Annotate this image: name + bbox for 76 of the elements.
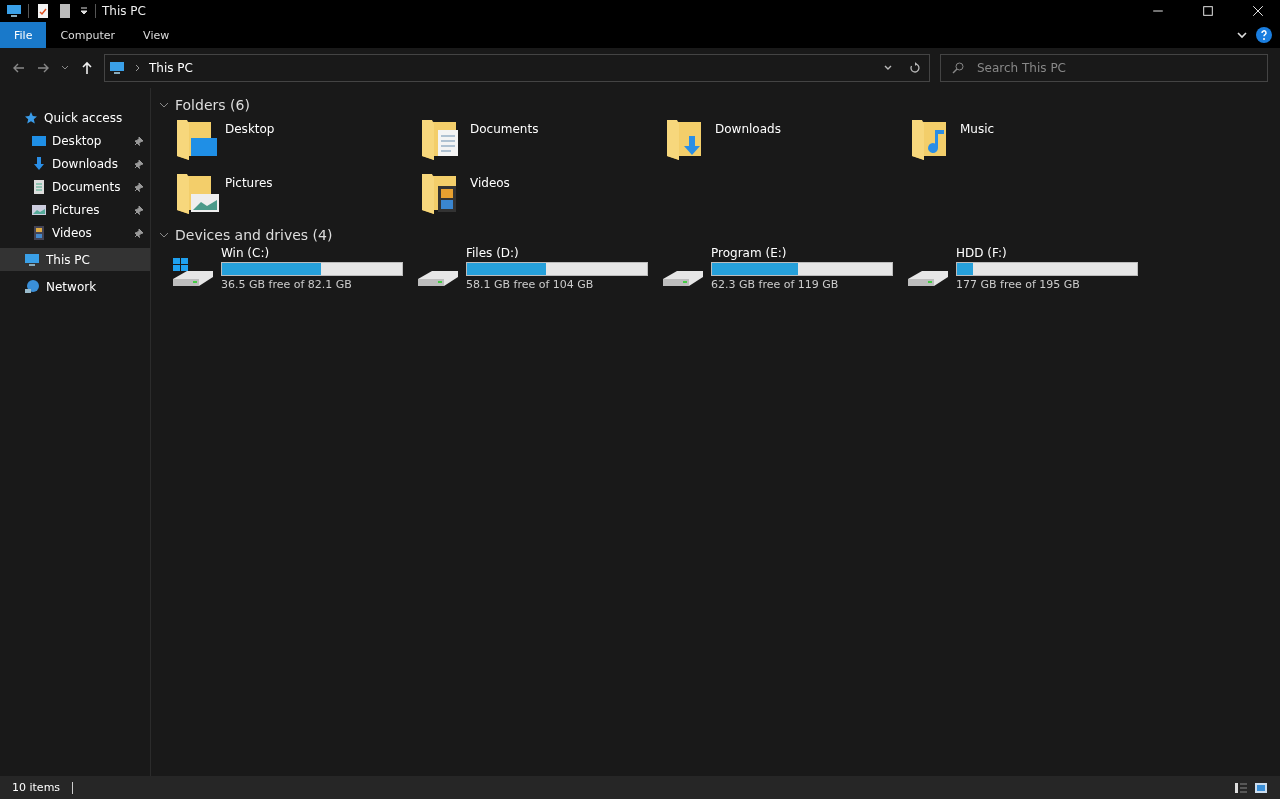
- pin-icon[interactable]: [134, 135, 144, 146]
- collapse-chevron-icon[interactable]: [159, 100, 169, 110]
- drive-name: Win (C:): [221, 246, 271, 260]
- nav-item[interactable]: Pictures: [0, 198, 150, 221]
- forward-arrow-icon[interactable]: [36, 61, 50, 75]
- monitor-icon: [32, 133, 46, 148]
- help-icon[interactable]: [1256, 27, 1272, 43]
- drive-free-space: 58.1 GB free of 104 GB: [466, 278, 595, 291]
- window-title: This PC: [102, 4, 146, 18]
- drive-name: HDD (F:): [956, 246, 1008, 260]
- nav-item[interactable]: Downloads: [0, 152, 150, 175]
- folder-name: Music: [960, 121, 995, 136]
- drive-free-space: 36.5 GB free of 82.1 GB: [221, 278, 353, 291]
- item-tile[interactable]: Desktop: [173, 116, 418, 170]
- star-icon: [24, 110, 38, 125]
- up-arrow-icon[interactable]: [80, 61, 94, 75]
- ribbon-tab[interactable]: Computer: [46, 22, 130, 48]
- address-bar[interactable]: This PC: [104, 54, 930, 82]
- item-count: 10 items: [12, 781, 61, 794]
- section-header[interactable]: Folders (6): [175, 97, 250, 113]
- item-tile[interactable]: Files (D:) 58.1 GB free of 104 GB: [418, 246, 663, 300]
- nav-item[interactable]: Quick access: [0, 106, 150, 129]
- item-tile[interactable]: Pictures: [173, 170, 418, 224]
- nav-item[interactable]: Videos: [0, 221, 150, 244]
- nav-item[interactable]: Network: [0, 275, 150, 298]
- section-header[interactable]: Devices and drives (4): [175, 227, 333, 243]
- dropdown-icon[interactable]: [79, 6, 89, 16]
- picture-icon: [32, 202, 46, 217]
- drive-free-space: 62.3 GB free of 119 GB: [711, 278, 840, 291]
- item-tile[interactable]: HDD (F:) 177 GB free of 195 GB: [908, 246, 1153, 300]
- pin-icon[interactable]: [134, 204, 144, 215]
- document-icon: [32, 179, 46, 194]
- item-tile[interactable]: Downloads: [663, 116, 908, 170]
- monitor-icon: [24, 251, 40, 268]
- ribbon-tab[interactable]: View: [129, 22, 184, 48]
- details-view-icon[interactable]: [1234, 780, 1248, 795]
- nav-item[interactable]: This PC: [0, 248, 150, 271]
- item-tile[interactable]: Videos: [418, 170, 663, 224]
- folder-name: Documents: [470, 121, 539, 136]
- ribbon-tab[interactable]: File: [0, 22, 47, 48]
- properties-icon[interactable]: [35, 3, 51, 19]
- drive-name: Files (D:): [466, 246, 520, 260]
- pin-icon[interactable]: [134, 158, 144, 169]
- large-icons-view-icon[interactable]: [1254, 780, 1268, 795]
- drive-name: Program (E:): [711, 246, 788, 260]
- hard-drive-icon: [663, 271, 703, 286]
- hard-drive-icon: [173, 271, 213, 286]
- item-tile[interactable]: Program (E:) 62.3 GB free of 119 GB: [663, 246, 908, 300]
- item-tile[interactable]: Win (C:) 36.5 GB free of 82.1 GB: [173, 246, 418, 300]
- monitor-icon: [6, 3, 22, 19]
- address-path: This PC: [149, 61, 193, 75]
- pin-icon[interactable]: [134, 181, 144, 192]
- nav-item[interactable]: Documents: [0, 175, 150, 198]
- search-field[interactable]: Search This PC: [940, 54, 1268, 82]
- windows-logo-icon: [173, 258, 188, 271]
- hard-drive-icon: [418, 271, 458, 286]
- film-icon: [32, 225, 46, 240]
- item-tile[interactable]: Music: [908, 116, 1153, 170]
- folder-name: Desktop: [225, 121, 275, 136]
- back-arrow-icon[interactable]: [12, 61, 26, 75]
- pin-icon[interactable]: [134, 227, 144, 238]
- item-tile[interactable]: Documents: [418, 116, 663, 170]
- down-arrow-icon: [32, 156, 46, 171]
- nav-item[interactable]: Desktop: [0, 129, 150, 152]
- globe-icon: [24, 278, 40, 295]
- drive-free-space: 177 GB free of 195 GB: [956, 278, 1081, 291]
- hard-drive-icon: [908, 271, 948, 286]
- monitor-icon: [109, 60, 125, 76]
- chevron-down-icon[interactable]: [1236, 29, 1248, 41]
- refresh-icon[interactable]: [909, 62, 921, 74]
- folder-name: Downloads: [715, 121, 781, 136]
- search-icon: [952, 62, 964, 74]
- collapse-chevron-icon[interactable]: [159, 230, 169, 240]
- chevron-right-icon: [133, 64, 141, 72]
- folder-name: Pictures: [225, 175, 273, 190]
- folder-name: Videos: [470, 175, 510, 190]
